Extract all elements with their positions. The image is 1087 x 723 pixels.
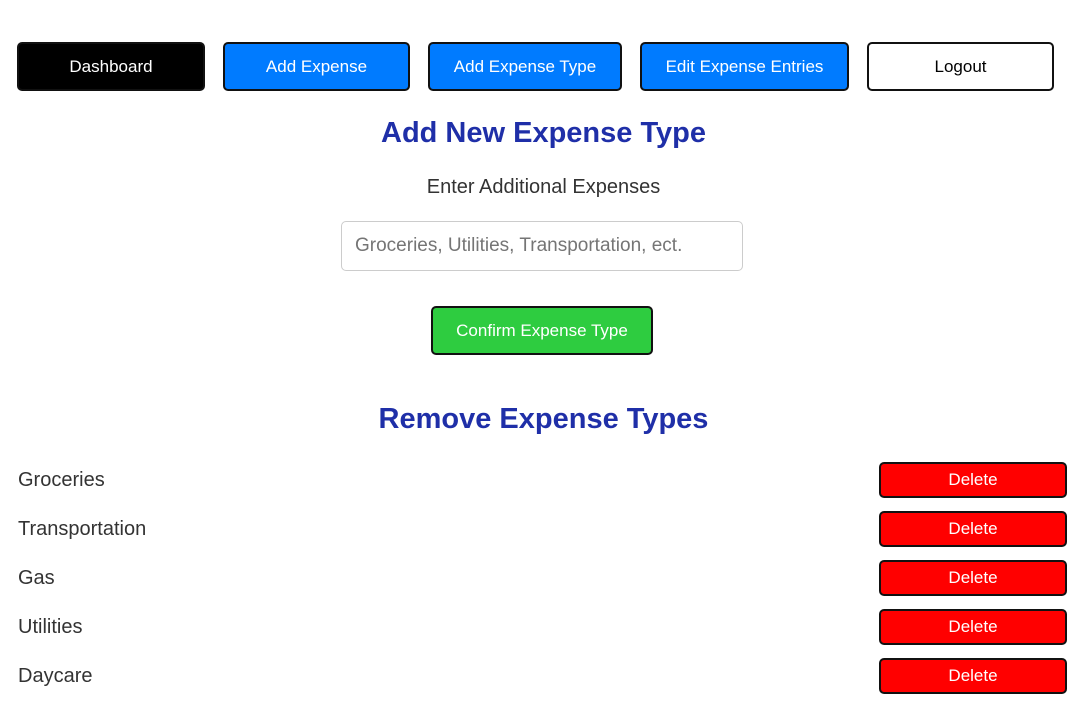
delete-transportation-button[interactable]: Delete — [879, 511, 1067, 547]
expense-type-row: Daycare Delete — [0, 658, 1087, 707]
expense-type-row: Gas Delete — [0, 560, 1087, 609]
delete-groceries-button[interactable]: Delete — [879, 462, 1067, 498]
expense-type-label: Utilities — [18, 616, 83, 638]
expense-type-input[interactable] — [341, 221, 743, 271]
delete-daycare-button[interactable]: Delete — [879, 658, 1067, 694]
expense-type-label: Groceries — [18, 469, 105, 491]
add-expense-type-title: Add New Expense Type — [381, 117, 706, 149]
expense-type-row: Transportation Delete — [0, 511, 1087, 560]
top-navigation: Dashboard Add Expense Add Expense Type E… — [0, 42, 1087, 91]
delete-utilities-button[interactable]: Delete — [879, 609, 1067, 645]
edit-expense-entries-button[interactable]: Edit Expense Entries — [640, 42, 849, 91]
add-expense-type-button[interactable]: Add Expense Type — [428, 42, 622, 91]
confirm-expense-type-button[interactable]: Confirm Expense Type — [431, 306, 653, 355]
expense-type-row: Utilities Delete — [0, 609, 1087, 658]
expense-type-row: Groceries Delete — [0, 462, 1087, 511]
expense-type-label: Gas — [18, 567, 55, 589]
expense-type-label: Transportation — [18, 518, 147, 540]
dashboard-button[interactable]: Dashboard — [17, 42, 205, 91]
remove-expense-types-title: Remove Expense Types — [378, 403, 709, 435]
add-expense-button[interactable]: Add Expense — [223, 42, 410, 91]
expense-type-label: Daycare — [18, 665, 93, 687]
delete-gas-button[interactable]: Delete — [879, 560, 1067, 596]
add-expense-type-subtitle: Enter Additional Expenses — [426, 176, 661, 198]
expense-type-list: Groceries Delete Transportation Delete G… — [0, 462, 1087, 707]
logout-button[interactable]: Logout — [867, 42, 1054, 91]
